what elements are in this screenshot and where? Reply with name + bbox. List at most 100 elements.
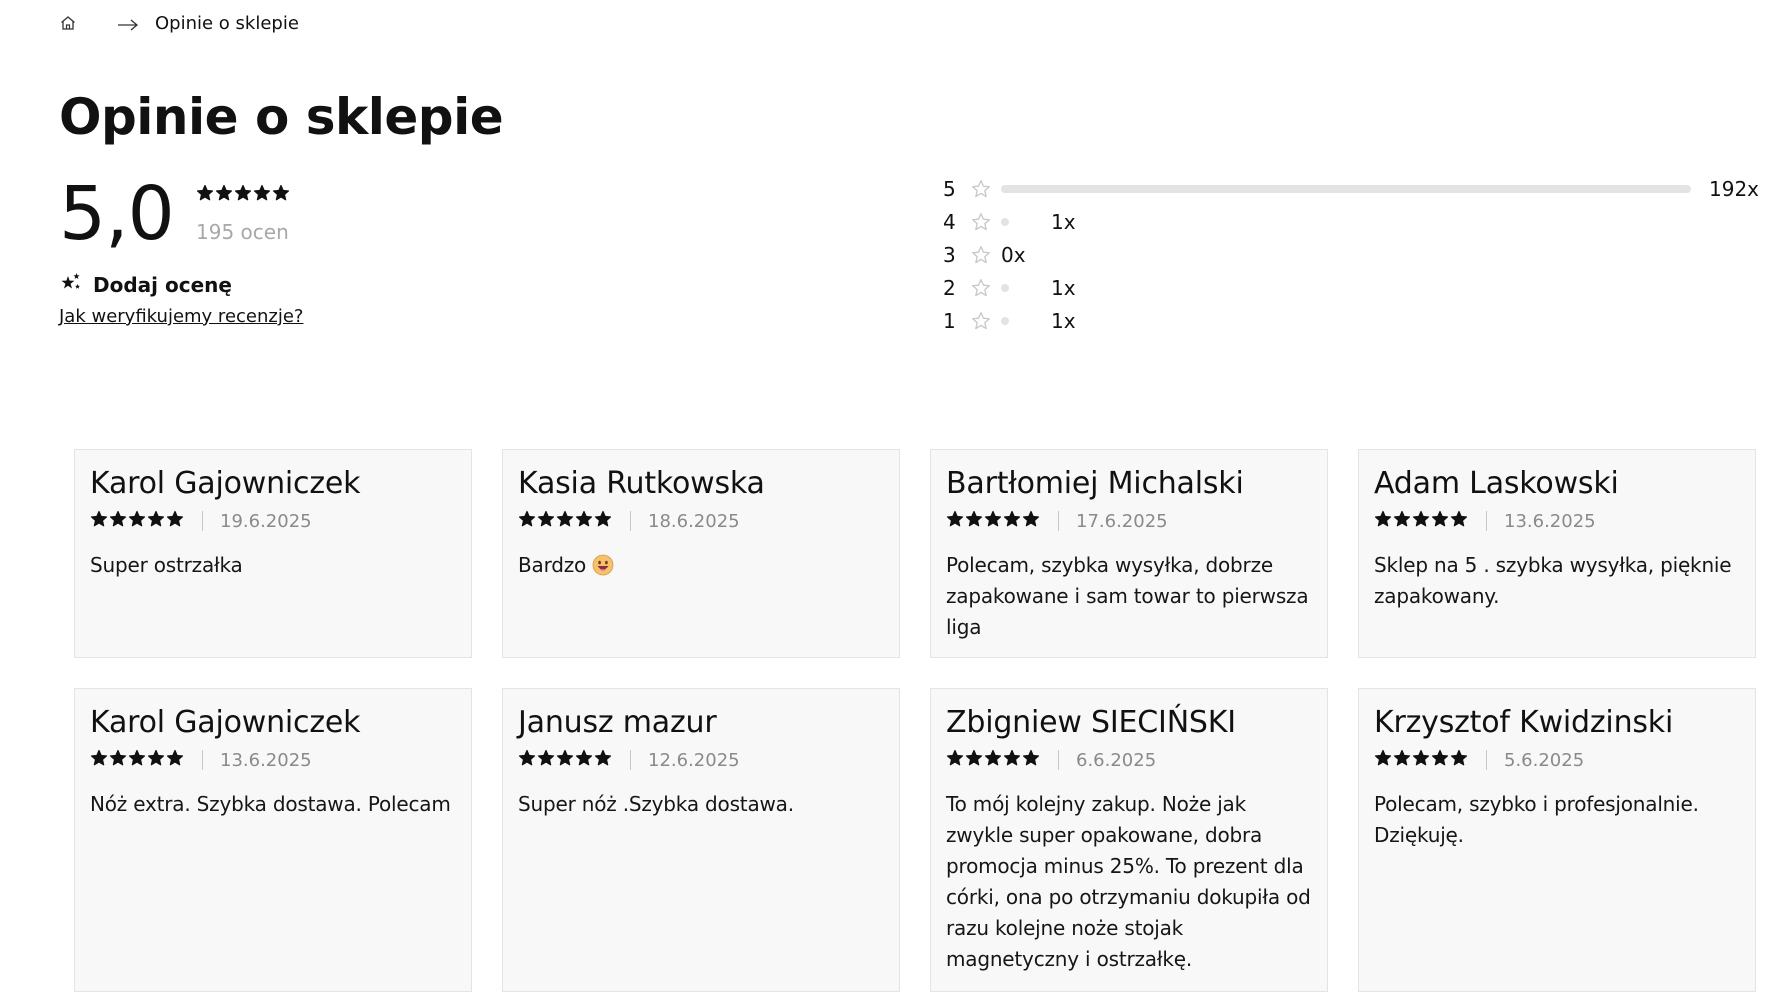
review-stars [90, 749, 184, 771]
review-text-content: Bardzo [518, 553, 587, 577]
star-icon [1003, 510, 1021, 532]
distribution-bar-fill [1001, 184, 1691, 193]
review-text-content: Nóż extra. Szybka dostawa. Polecam [90, 792, 451, 816]
meta-divider [1486, 511, 1487, 531]
reviewer-name: Karol Gajowniczek [90, 705, 361, 740]
star-icon [196, 184, 214, 206]
verify-reviews-link[interactable]: Jak weryfikujemy recenzje? [59, 306, 303, 327]
star-icon [537, 510, 555, 532]
distribution-bar-track [1001, 283, 1691, 292]
distribution-stars-label: 5 [943, 176, 956, 201]
review-text: Super ostrzałka [90, 550, 456, 581]
distribution-count: 192x [1709, 176, 1760, 201]
star-icon [1393, 749, 1411, 771]
distribution-bar-fill [1001, 217, 1009, 226]
arrow-right-icon [117, 16, 139, 31]
review-text: Super nóż .Szybka dostawa. [518, 789, 884, 820]
star-icon [984, 510, 1002, 532]
review-card: Zbigniew SIECIŃSKI 6.6.2025 To mój kolejny… [930, 688, 1328, 992]
star-icon [518, 510, 536, 532]
distribution-count: 1x [1051, 209, 1076, 234]
review-card: Karol Gajowniczek 19.6.2025 Super ostrzałk… [74, 449, 472, 658]
rating-count: 195 ocen [196, 220, 289, 244]
star-icon [109, 749, 127, 771]
meta-divider [630, 750, 631, 770]
home-icon[interactable] [59, 14, 77, 32]
star-icon [90, 749, 108, 771]
star-icon [253, 184, 271, 206]
star-icon [965, 749, 983, 771]
distribution-bar-track [1001, 217, 1691, 226]
star-icon [984, 749, 1002, 771]
distribution-bar-track [1001, 251, 1691, 259]
star-icon [556, 749, 574, 771]
star-icon [1393, 510, 1411, 532]
star-icon [147, 749, 165, 771]
review-meta: 12.6.2025 [518, 749, 884, 771]
distribution-stars-label: 4 [943, 209, 956, 234]
review-text-content: Sklep na 5 . szybka wysyłka, pięknie zap… [1374, 553, 1732, 608]
review-text: Polecam, szybko i profesjonalnie. Dzięku… [1374, 789, 1740, 851]
review-date: 19.6.2025 [220, 510, 312, 532]
review-date: 17.6.2025 [1076, 510, 1168, 532]
star-icon [166, 510, 184, 532]
star-icon [234, 184, 252, 206]
star-icon [594, 510, 612, 532]
review-meta: 19.6.2025 [90, 510, 456, 532]
distribution-row[interactable]: 5 192x [943, 172, 1763, 205]
distribution-row[interactable]: 2 1x [943, 271, 1763, 304]
review-meta: 17.6.2025 [946, 510, 1312, 532]
review-meta: 6.6.2025 [946, 749, 1312, 771]
distribution-bar-track [1001, 316, 1691, 325]
distribution-bar-fill [1001, 283, 1009, 292]
reviews-page: Opinie o sklepie Opinie o sklepie 5,0 19… [0, 0, 1785, 1001]
reviewer-name: Karol Gajowniczek [90, 466, 361, 501]
review-card: Krzysztof Kwidzinski 5.6.2025 Polecam, szy… [1358, 688, 1756, 992]
distribution-stars-label: 2 [943, 275, 956, 300]
review-text: Bardzo [518, 550, 884, 581]
star-icon [109, 510, 127, 532]
star-icon [1412, 749, 1430, 771]
star-outline-icon [971, 278, 991, 298]
reviews-grid: Karol Gajowniczek 19.6.2025 Super ostrzałk… [74, 449, 1758, 992]
star-icon [128, 749, 146, 771]
star-outline-icon [971, 179, 991, 199]
review-stars [1374, 510, 1468, 532]
distribution-stars-label: 3 [943, 242, 956, 267]
reviewer-name: Kasia Rutkowska [518, 466, 765, 501]
review-meta: 13.6.2025 [90, 749, 456, 771]
review-text-content: Super nóż .Szybka dostawa. [518, 792, 794, 816]
star-icon [518, 749, 536, 771]
review-stars [90, 510, 184, 532]
star-icon [594, 749, 612, 771]
star-outline-icon [971, 245, 991, 265]
average-rating: 5,0 [59, 171, 175, 257]
meta-divider [1058, 750, 1059, 770]
breadcrumb: Opinie o sklepie [59, 10, 299, 36]
meta-divider [202, 511, 203, 531]
star-icon [965, 510, 983, 532]
review-date: 6.6.2025 [1076, 749, 1157, 771]
distribution-stars-label: 1 [943, 308, 956, 333]
reviewer-name: Janusz mazur [518, 705, 717, 740]
review-date: 13.6.2025 [1504, 510, 1596, 532]
review-card: Janusz mazur 12.6.2025 Super nóż .Szybka d… [502, 688, 900, 992]
star-icon [128, 510, 146, 532]
review-text: Sklep na 5 . szybka wysyłka, pięknie zap… [1374, 550, 1740, 612]
star-icon [1450, 510, 1468, 532]
review-stars [518, 510, 612, 532]
breadcrumb-current: Opinie o sklepie [155, 12, 299, 34]
stars-sparkle-icon [59, 270, 83, 299]
add-rating-button[interactable]: Dodaj ocenę [59, 270, 232, 299]
summary-stars [196, 184, 290, 206]
distribution-row[interactable]: 3 0x [943, 238, 1763, 271]
distribution-row[interactable]: 1 1x [943, 304, 1763, 337]
distribution-count: 0x [1001, 242, 1026, 267]
review-text-content: Polecam, szybko i profesjonalnie. Dzięku… [1374, 792, 1699, 847]
star-outline-icon [971, 212, 991, 232]
review-date: 18.6.2025 [648, 510, 740, 532]
review-card: Kasia Rutkowska 18.6.2025 Bardzo [502, 449, 900, 658]
reviewer-name: Zbigniew SIECIŃSKI [946, 705, 1236, 740]
star-icon [575, 749, 593, 771]
distribution-row[interactable]: 4 1x [943, 205, 1763, 238]
